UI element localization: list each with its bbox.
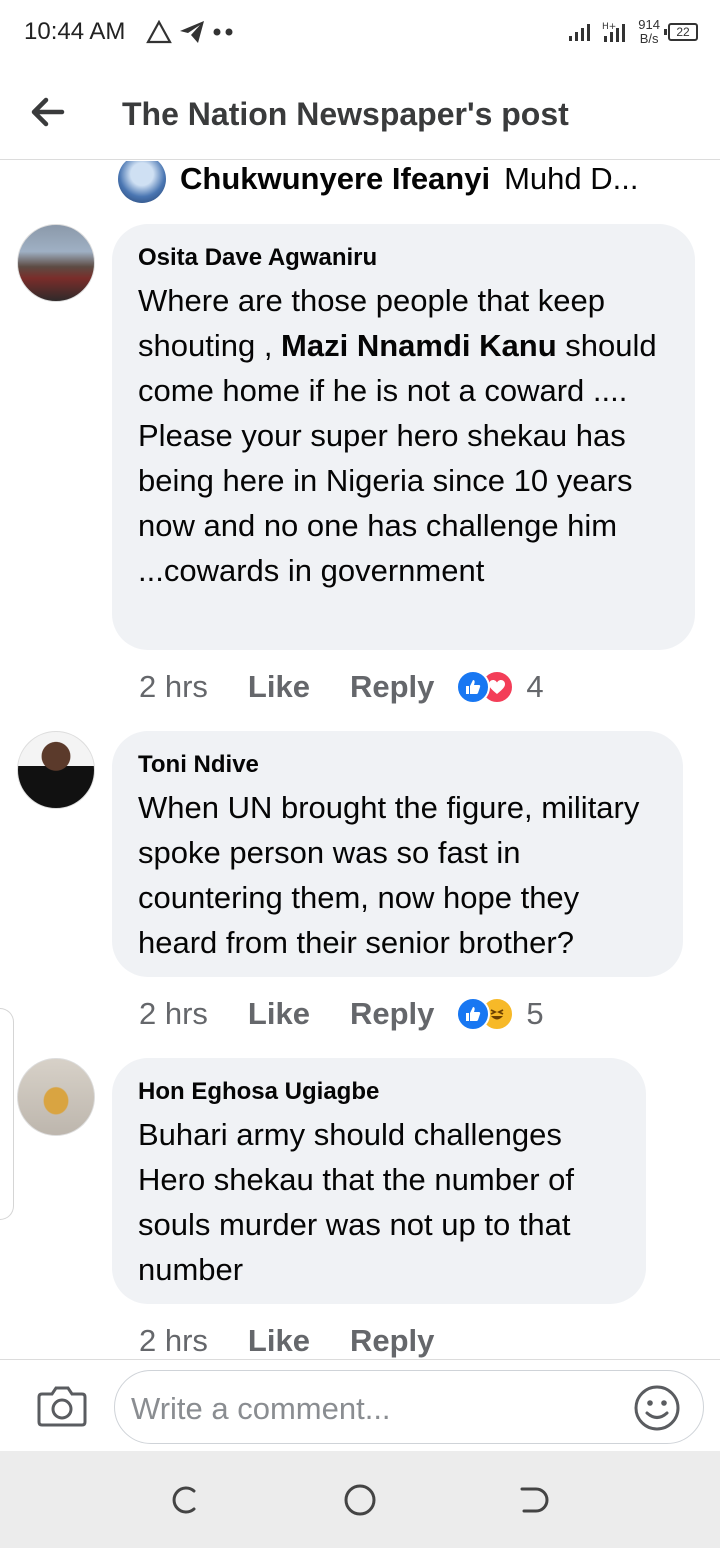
emoji-icon[interactable] xyxy=(633,1384,681,1432)
comment-time[interactable]: 2 hrs xyxy=(139,996,208,1032)
reply-preview[interactable]: Chukwunyere Ifeanyi Muhd D... xyxy=(118,161,639,203)
warning-icon xyxy=(146,20,172,44)
signal-icon xyxy=(569,24,591,41)
comment-actions: 2 hrs Like Reply xyxy=(139,1321,434,1359)
edge-panel-handle[interactable] xyxy=(0,1008,14,1220)
comment-input[interactable]: Write a comment... xyxy=(114,1370,704,1444)
battery-icon: 22 xyxy=(664,23,698,41)
comment-author[interactable]: Toni Ndive xyxy=(138,751,657,779)
reply-button[interactable]: Reply xyxy=(350,669,434,705)
comment-author[interactable]: Hon Eghosa Ugiagbe xyxy=(138,1078,620,1106)
recent-apps-icon[interactable] xyxy=(170,1483,204,1517)
comment-bubble[interactable]: Osita Dave Agwaniru Where are those peop… xyxy=(112,224,695,650)
network-speed-unit: B/s xyxy=(639,31,659,46)
mention-link[interactable]: Mazi Nnamdi Kanu xyxy=(281,328,557,363)
avatar[interactable] xyxy=(17,731,95,809)
comment-bubble[interactable]: Hon Eghosa Ugiagbe Buhari army should ch… xyxy=(112,1058,646,1304)
comment-time[interactable]: 2 hrs xyxy=(139,669,208,705)
comment-composer: Write a comment... xyxy=(0,1359,720,1451)
status-bar: 10:44 AM H+ 914 B/s 22 xyxy=(0,0,720,64)
back-nav-icon[interactable] xyxy=(516,1483,550,1517)
svg-text:H+: H+ xyxy=(602,22,616,32)
app-header: The Nation Newspaper's post xyxy=(0,64,720,160)
comment-text: Buhari army should challenges Hero sheka… xyxy=(138,1117,574,1287)
reply-author: Chukwunyere Ifeanyi xyxy=(180,161,491,196)
camera-icon[interactable] xyxy=(36,1382,88,1430)
network-speed-value: 914 xyxy=(638,17,660,32)
back-arrow-icon[interactable] xyxy=(26,90,70,134)
reactions-summary[interactable]: 4 xyxy=(456,669,544,705)
comment-bubble[interactable]: Toni Ndive When UN brought the figure, m… xyxy=(112,731,683,977)
reply-button[interactable]: Reply xyxy=(350,1323,434,1359)
status-notification-icons xyxy=(146,16,236,48)
comment-time[interactable]: 2 hrs xyxy=(139,1323,208,1359)
like-button[interactable]: Like xyxy=(248,1323,310,1359)
like-button[interactable]: Like xyxy=(248,996,310,1032)
network-speed: 914 B/s xyxy=(638,18,660,46)
reply-button[interactable]: Reply xyxy=(350,996,434,1032)
comment-author[interactable]: Osita Dave Agwaniru xyxy=(138,244,669,272)
telegram-icon xyxy=(180,21,204,43)
status-time: 10:44 AM xyxy=(24,18,126,45)
comments-list[interactable]: Chukwunyere Ifeanyi Muhd D... Osita Dave… xyxy=(0,161,720,1359)
reply-snippet: Muhd D... xyxy=(504,161,639,196)
reaction-count: 4 xyxy=(526,669,544,704)
avatar[interactable] xyxy=(17,1058,95,1136)
system-navigation-bar xyxy=(0,1451,720,1548)
reaction-count: 5 xyxy=(526,996,544,1031)
comment-text: When UN brought the figure, military spo… xyxy=(138,790,640,960)
status-system-icons: H+ 914 B/s 22 xyxy=(568,14,698,50)
more-dots-icon xyxy=(213,28,233,36)
comment-actions: 2 hrs Like Reply 5 xyxy=(139,994,544,1034)
like-button[interactable]: Like xyxy=(248,669,310,705)
comment-text-part: should come home if he is not a coward .… xyxy=(138,328,657,588)
comment-placeholder: Write a comment... xyxy=(131,1391,391,1426)
avatar[interactable] xyxy=(17,224,95,302)
comment-actions: 2 hrs Like Reply 4 xyxy=(139,667,544,707)
home-icon[interactable] xyxy=(343,1483,377,1517)
signal-icon-2: H+ xyxy=(602,22,626,42)
reactions-summary[interactable]: 5 xyxy=(456,996,544,1032)
comment-text: Where are those people that keep shoutin… xyxy=(138,278,669,593)
page-title: The Nation Newspaper's post xyxy=(122,96,569,132)
avatar xyxy=(118,161,166,203)
